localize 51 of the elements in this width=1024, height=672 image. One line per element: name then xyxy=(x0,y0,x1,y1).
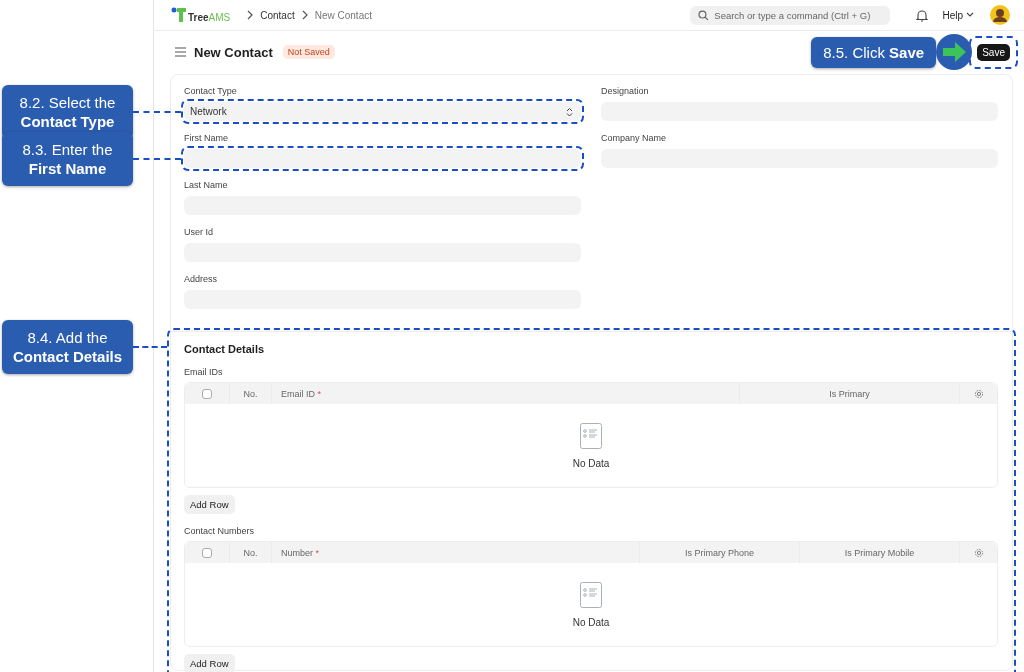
table-label: Contact Numbers xyxy=(184,526,256,536)
callout: 8.4. Add the Contact Details xyxy=(2,320,133,374)
field-label: Last Name xyxy=(184,180,229,192)
field-label: First Name xyxy=(184,133,229,145)
table-label: Email IDs xyxy=(184,367,224,377)
logo-text: TreeAMS xyxy=(188,12,231,23)
checkbox[interactable] xyxy=(202,388,212,399)
column-header: Email ID * xyxy=(272,383,740,404)
breadcrumb-link[interactable]: New Contact xyxy=(314,9,372,21)
callout: 8.5. Click Save xyxy=(811,36,937,68)
section-title: Contact Details xyxy=(184,343,266,355)
column-header: Is Primary Phone xyxy=(640,542,800,563)
field-label: Contact Type xyxy=(184,86,238,98)
page-title: New Contact xyxy=(194,44,273,60)
breadcrumb-link[interactable]: Contact xyxy=(260,9,295,21)
empty-message: No Data xyxy=(572,616,610,628)
avatar-icon[interactable] xyxy=(990,5,1010,25)
chevron-right-icon xyxy=(300,10,309,20)
status-badge: Not Saved xyxy=(282,45,335,59)
column-header: No. xyxy=(230,542,272,563)
search-field[interactable]: Search or type a command (Ctrl + G) xyxy=(690,5,891,25)
leader-line xyxy=(133,157,181,160)
settings-icon[interactable] xyxy=(973,388,984,399)
leader-line xyxy=(133,110,181,113)
search-icon xyxy=(698,9,710,21)
column-header: Is Primary Mobile xyxy=(800,542,960,563)
document-list-icon xyxy=(580,581,602,608)
callout: 8.3. Enter the First Name xyxy=(2,131,133,186)
column-header: No. xyxy=(230,383,272,404)
leader-line xyxy=(133,346,167,348)
document-list-icon xyxy=(580,422,602,449)
help-menu[interactable]: Help xyxy=(942,9,974,21)
field-label: Company Name xyxy=(601,133,668,145)
column-header: Is Primary xyxy=(740,383,960,404)
settings-icon[interactable] xyxy=(973,547,984,558)
chevron-right-icon xyxy=(246,10,255,20)
field-label: Address xyxy=(184,274,219,286)
menu-icon[interactable] xyxy=(175,47,186,57)
save-button[interactable]: Save xyxy=(977,43,1010,61)
up-down-chevron-icon xyxy=(566,106,573,117)
add-row-button[interactable]: Add Row xyxy=(184,495,235,514)
field-label: User Id xyxy=(184,227,214,239)
chevron-down-icon xyxy=(966,12,974,18)
empty-message: No Data xyxy=(572,457,610,469)
select-field[interactable]: Network xyxy=(184,102,581,121)
bell-icon[interactable] xyxy=(916,8,929,22)
column-header: Number * xyxy=(272,542,640,563)
logo-icon xyxy=(171,7,187,23)
field-label: Designation xyxy=(601,86,650,98)
checkbox[interactable] xyxy=(202,547,212,558)
add-row-button[interactable]: Add Row xyxy=(184,654,235,672)
